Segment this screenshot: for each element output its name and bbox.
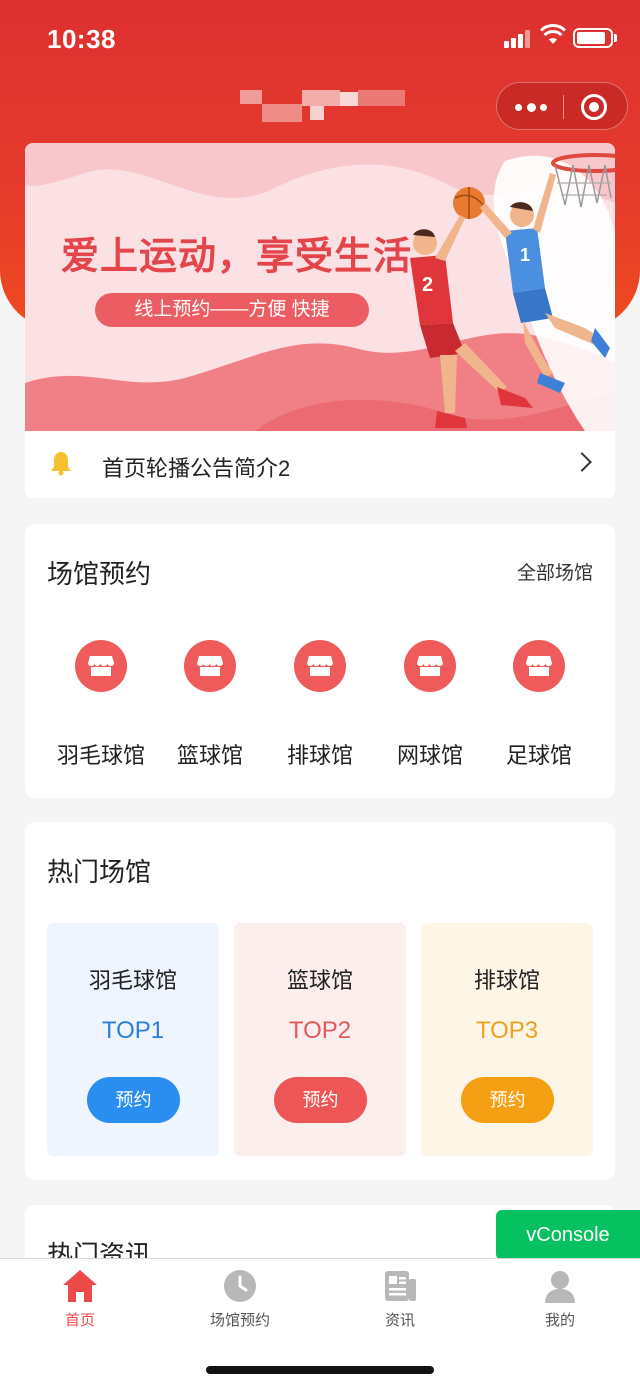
shop-icon (404, 640, 456, 692)
home-indicator (206, 1366, 434, 1374)
hot-item-name: 排球馆 (473, 968, 540, 993)
hot-item-name: 羽毛球馆 (88, 968, 177, 993)
venue-label: 排球馆 (286, 743, 353, 768)
hot-section-title: 热门场馆 (47, 857, 152, 887)
banner-pill: 线上预约——方便 快捷 (95, 293, 369, 327)
battery-icon (573, 28, 613, 48)
more-dots-icon[interactable] (515, 101, 547, 113)
venue-item-football[interactable]: 足球馆 (484, 640, 594, 780)
venue-label: 足球馆 (505, 743, 572, 768)
venue-item-tennis[interactable]: 网球馆 (375, 640, 485, 780)
shop-icon (513, 640, 565, 692)
book-button-top1[interactable]: 预约 (87, 1077, 180, 1123)
venue-item-volleyball[interactable]: 排球馆 (265, 640, 375, 780)
status-time: 10:38 (47, 24, 116, 54)
vconsole-button[interactable]: vConsole (496, 1210, 640, 1260)
signal-icon (504, 28, 534, 48)
notice-bar[interactable]: 首页轮播公告简介2 (25, 431, 615, 498)
hot-item-name: 篮球馆 (286, 968, 353, 993)
tab-profile[interactable]: 我的 (480, 1269, 640, 1339)
tab-home[interactable]: 首页 (0, 1269, 160, 1339)
nav-title-redacted (240, 90, 405, 122)
news-icon (385, 1271, 416, 1301)
home-icon (63, 1270, 97, 1302)
shop-icon (184, 640, 236, 692)
venue-item-basketball[interactable]: 篮球馆 (155, 640, 265, 780)
venue-section-title: 场馆预约 (47, 559, 152, 589)
hot-item-top1[interactable]: 羽毛球馆 TOP1 预约 (47, 923, 219, 1156)
hot-item-rank: TOP3 (475, 1017, 539, 1044)
clock-icon (224, 1270, 256, 1302)
chevron-right-icon (572, 452, 592, 472)
status-bar: 10:38 (0, 0, 640, 78)
hot-item-rank: TOP2 (288, 1017, 352, 1044)
shop-icon (75, 640, 127, 692)
target-icon[interactable] (581, 94, 607, 120)
venue-item-badminton[interactable]: 羽毛球馆 (46, 640, 156, 780)
venue-label: 篮球馆 (176, 743, 243, 768)
hot-venues-card: 热门场馆 羽毛球馆 TOP1 预约 篮球馆 TOP2 预约 排球馆 TOP3 预… (25, 822, 615, 1180)
mini-program-capsule (496, 82, 628, 130)
tab-venue-booking[interactable]: 场馆预约 (160, 1269, 320, 1339)
venue-booking-card: 场馆预约 全部场馆 羽毛球馆 篮球馆 排球馆 网球馆 足球馆 (25, 524, 615, 798)
venue-label: 羽毛球馆 (56, 743, 145, 768)
hot-item-rank: TOP1 (101, 1017, 165, 1044)
bell-icon (51, 452, 71, 476)
user-icon (545, 1271, 575, 1303)
hot-item-top3[interactable]: 排球馆 TOP3 预约 (421, 923, 593, 1156)
hot-item-top2[interactable]: 篮球馆 TOP2 预约 (234, 923, 406, 1156)
jersey-number-left: 2 (422, 274, 433, 296)
notice-text: 首页轮播公告简介2 (102, 456, 291, 481)
wifi-icon (540, 24, 566, 44)
tab-label: 我的 (544, 1312, 575, 1329)
tab-label: 首页 (64, 1312, 95, 1329)
banner-headline: 爱上运动，享受生活 (61, 236, 413, 278)
shop-icon (294, 640, 346, 692)
banner-illustration: 2 1 (25, 143, 615, 431)
book-button-top3[interactable]: 预约 (461, 1077, 554, 1123)
venue-label: 网球馆 (396, 743, 463, 768)
jersey-number-right: 1 (520, 245, 530, 265)
book-button-top2[interactable]: 预约 (274, 1077, 367, 1123)
tab-news[interactable]: 资讯 (320, 1269, 480, 1339)
tab-label: 场馆预约 (209, 1312, 270, 1329)
promo-banner[interactable]: 2 1 爱上运动，享受生活 线上预约——方便 快捷 (25, 143, 615, 431)
all-venues-link[interactable]: 全部场馆 (517, 558, 593, 585)
tab-label: 资讯 (384, 1312, 415, 1329)
